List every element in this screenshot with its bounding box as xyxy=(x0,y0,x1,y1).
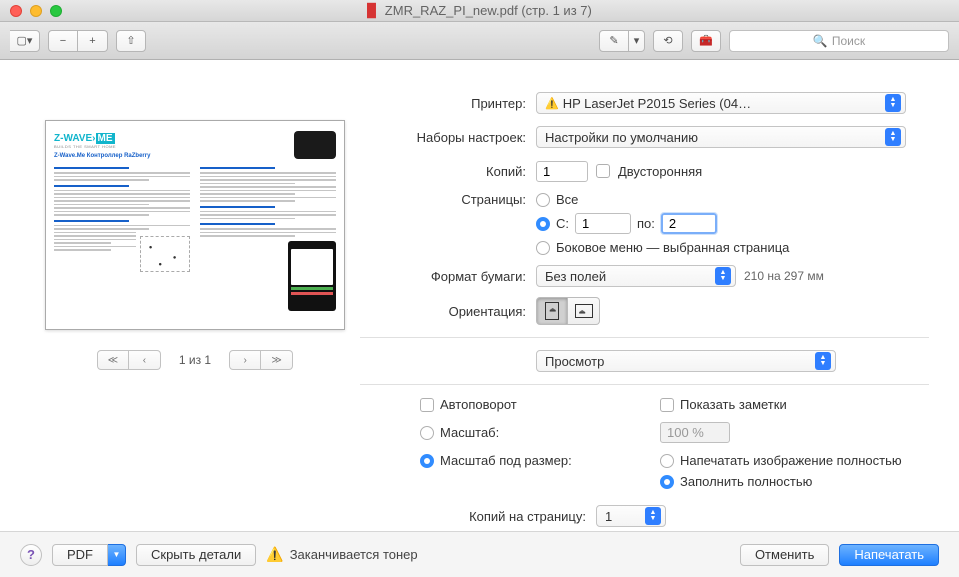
orientation-label: Ориентация: xyxy=(360,304,536,319)
printer-select[interactable]: ⚠️ HP LaserJet P2015 Series (04… ▲▼ xyxy=(536,92,906,114)
toolbox-button[interactable]: 🧰 xyxy=(691,30,721,52)
chevron-updown-icon: ▲▼ xyxy=(645,507,661,525)
scale-radio[interactable] xyxy=(420,426,434,440)
paper-dimensions: 210 на 297 мм xyxy=(744,269,824,283)
fill-full-radio[interactable] xyxy=(660,475,674,489)
page-indicator: 1 из 1 xyxy=(179,353,211,367)
pages-all-label: Все xyxy=(556,192,578,207)
fill-full-label: Заполнить полностью xyxy=(680,474,812,489)
paper-select[interactable]: Без полей ▲▼ xyxy=(536,265,736,287)
autorotate-label: Автоповорот xyxy=(440,397,517,412)
next-page-button[interactable]: › xyxy=(229,350,261,370)
print-button[interactable]: Напечатать xyxy=(839,544,939,566)
pages-from-input[interactable] xyxy=(575,213,631,234)
window-title: ▉ ZMR_RAZ_PI_new.pdf (стр. 1 из 7) xyxy=(0,3,959,19)
copies-per-page-select[interactable]: 1 ▲▼ xyxy=(596,505,666,527)
chevron-updown-icon: ▲▼ xyxy=(815,352,831,370)
pdf-button[interactable]: PDF xyxy=(52,544,108,566)
orientation-landscape[interactable] xyxy=(568,297,600,325)
hide-details-button[interactable]: Скрыть детали xyxy=(136,544,256,566)
last-page-button[interactable]: ≫ xyxy=(261,350,293,370)
chevron-updown-icon: ▲▼ xyxy=(885,128,901,146)
chevron-updown-icon: ▲▼ xyxy=(715,267,731,285)
help-button[interactable]: ? xyxy=(20,544,42,566)
scale-fit-radio[interactable] xyxy=(420,454,434,468)
prev-page-button[interactable]: ‹ xyxy=(129,350,161,370)
titlebar: ▉ ZMR_RAZ_PI_new.pdf (стр. 1 из 7) xyxy=(0,0,959,22)
zoom-in-button[interactable]: + xyxy=(78,30,108,52)
minimize-button[interactable] xyxy=(30,5,42,17)
copies-per-page-label: Копий на страницу: xyxy=(420,509,596,524)
scale-fit-label: Масштаб под размер: xyxy=(440,453,572,468)
preview-column: Z-WAVE›ME BUILDS THE SMART HOME Z-Wave.M… xyxy=(30,80,360,530)
rotate-button[interactable]: ⟲ xyxy=(653,30,683,52)
autorotate-checkbox[interactable] xyxy=(420,398,434,412)
warning-icon: ⚠️ xyxy=(545,97,559,110)
pages-from-label: С: xyxy=(556,216,569,231)
chevron-updown-icon: ▲▼ xyxy=(885,94,901,112)
print-panel-select[interactable]: Просмотр ▲▼ xyxy=(536,350,836,372)
orientation-portrait[interactable] xyxy=(536,297,568,325)
search-input[interactable]: 🔍 Поиск xyxy=(729,30,949,52)
pages-range-radio[interactable] xyxy=(536,217,550,231)
print-full-label: Напечатать изображение полностью xyxy=(680,453,902,468)
footer: ? PDF ▼ Скрыть детали ⚠️ Заканчивается т… xyxy=(0,531,959,577)
presets-select[interactable]: Настройки по умолчанию ▲▼ xyxy=(536,126,906,148)
pages-label: Страницы: xyxy=(360,192,536,207)
sidebar-toggle[interactable]: ▢▾ xyxy=(10,30,40,52)
warning-icon: ⚠️ xyxy=(266,546,283,563)
pager: ≪ ‹ 1 из 1 › ≫ xyxy=(97,350,293,370)
close-button[interactable] xyxy=(10,5,22,17)
first-page-button[interactable]: ≪ xyxy=(97,350,129,370)
markup-menu[interactable]: ▾ xyxy=(629,30,645,52)
scale-input xyxy=(660,422,730,443)
printer-label: Принтер: xyxy=(360,96,536,111)
show-notes-label: Показать заметки xyxy=(680,397,787,412)
window-controls xyxy=(0,5,62,17)
pages-to-label: по: xyxy=(637,216,655,231)
share-button[interactable]: ⇧ xyxy=(116,30,146,52)
pages-to-input[interactable] xyxy=(661,213,717,234)
pages-all-radio[interactable] xyxy=(536,193,550,207)
copies-label: Копий: xyxy=(360,164,536,179)
pdf-icon: ▉ xyxy=(367,3,377,18)
scale-label: Масштаб: xyxy=(440,425,499,440)
print-full-radio[interactable] xyxy=(660,454,674,468)
toner-status: ⚠️ Заканчивается тонер xyxy=(266,546,417,563)
markup-button[interactable]: ✎ xyxy=(599,30,629,52)
show-notes-checkbox[interactable] xyxy=(660,398,674,412)
page-preview: Z-WAVE›ME BUILDS THE SMART HOME Z-Wave.M… xyxy=(45,120,345,330)
toolbar: ▢▾ − + ⇧ ✎ ▾ ⟲ 🧰 🔍 Поиск xyxy=(0,22,959,60)
pages-side-radio[interactable] xyxy=(536,241,550,255)
cancel-button[interactable]: Отменить xyxy=(740,544,829,566)
presets-label: Наборы настроек: xyxy=(360,130,536,145)
zoom-out-button[interactable]: − xyxy=(48,30,78,52)
pdf-menu[interactable]: ▼ xyxy=(108,544,126,566)
paper-label: Формат бумаги: xyxy=(360,269,536,284)
print-settings: Принтер: ⚠️ HP LaserJet P2015 Series (04… xyxy=(360,80,929,530)
zoom-button[interactable] xyxy=(50,5,62,17)
duplex-checkbox[interactable] xyxy=(596,164,610,178)
pages-side-label: Боковое меню — выбранная страница xyxy=(556,240,789,255)
device-image xyxy=(294,131,336,159)
duplex-label: Двусторонняя xyxy=(618,164,702,179)
copies-input[interactable] xyxy=(536,161,588,182)
search-icon: 🔍 xyxy=(813,34,828,48)
